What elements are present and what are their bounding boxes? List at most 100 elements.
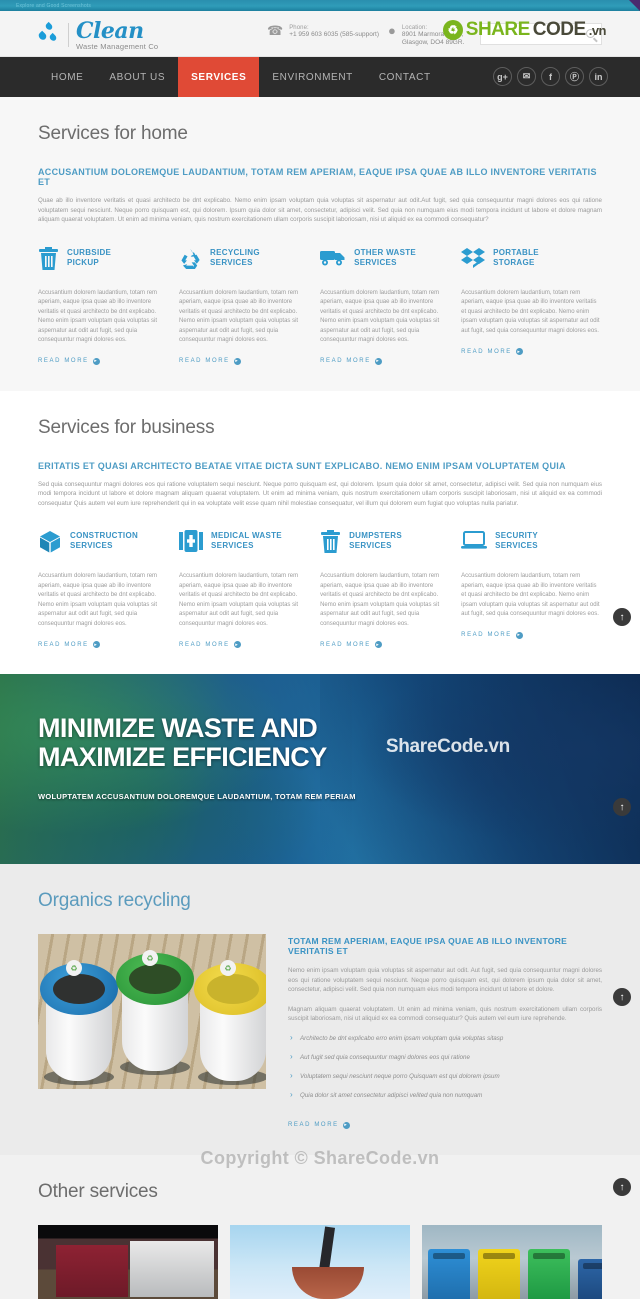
banner-title-line-1: MINIMIZE WASTE AND [38,713,318,743]
facebook-icon[interactable]: f [541,67,560,86]
watermark-vn: .vn [588,22,607,38]
site-header: Clean Waste Management Co ☎ Phone: +1 95… [0,11,640,57]
browser-top-bar: Explore and Good Screenshots [0,0,640,11]
arrow-right-icon: ▸ [233,641,241,648]
nav-item-about-us[interactable]: ABOUT US [96,57,178,97]
service-card-curbside-pickup[interactable]: CURBSIDE PICKUP Accusantium dolorem laud… [38,246,179,365]
arrow-right-icon: ▸ [92,641,100,648]
social-links: g+ ✉ f Ⓟ in [493,67,608,86]
card-title-line-1: CONSTRUCTION [70,531,139,540]
home-services-cards: CURBSIDE PICKUP Accusantium dolorem laud… [38,225,602,391]
header-phone: ☎ Phone: +1 959 603 6035 (585-support) [267,24,379,39]
recycle-icon [179,247,202,276]
logo-tagline: Waste Management Co [76,42,159,51]
read-more-link[interactable]: READ MORE ▸ [288,1121,602,1129]
trash-can-icon [320,530,341,559]
nav-item-services[interactable]: SERVICES [178,57,260,97]
service-card-dumpsters-services[interactable]: DUMPSTERS SERVICES Accusantium dolorem l… [320,530,461,648]
read-more-label: READ MORE [179,641,230,648]
service-card-recycling-services[interactable]: RECYCLING SERVICES Accusantium dolorem l… [179,247,320,365]
corner-ribbon-icon [629,0,640,11]
card-title-line-1: RECYCLING [210,247,260,257]
read-more-link[interactable]: READ MORE ▸ [179,641,300,648]
page-root: Explore and Good Screenshots Clean Waste… [0,0,640,1299]
read-more-label: READ MORE [320,358,371,364]
service-card-portable-storage[interactable]: PORTABLE STORAGE Accusantium dolorem lau… [461,247,602,365]
bin-label-icon: ♻ [220,960,236,976]
water-drops-icon [37,22,64,48]
googleplus-icon[interactable]: g+ [493,67,512,86]
service-card-medical-waste-services[interactable]: MEDICAL WASTE SERVICES Accusantium dolor… [179,530,320,648]
scroll-to-top-button[interactable]: ↑ [613,988,631,1006]
colored-bins-photo[interactable] [422,1224,602,1299]
logo-name: Clean [76,18,144,44]
banner-subtitle: WOLUPTATEM ACCUSANTIUM DOLOREMQUE LAUDAN… [38,792,356,801]
card-title-line-1: SECURITY [495,531,538,540]
top-bar-text: Explore and Good Screenshots [16,3,92,9]
first-aid-kit-icon [179,530,204,557]
services-for-business-section: Services for business ERITATIS ET QUASI … [0,390,640,674]
home-lead-body: Quae ab illo inventore veritatis et quas… [38,197,602,223]
card-title-line-2: SERVICES [354,257,397,267]
watermark-share: SHARE [465,19,531,40]
crane-claw-photo[interactable] [230,1224,410,1299]
garbage-truck-photo[interactable] [38,1224,218,1299]
read-more-label: READ MORE [179,358,230,364]
read-more-link[interactable]: READ MORE ▸ [38,357,159,365]
list-item: Architecto be dnt explicabo erro enim ip… [288,1033,602,1053]
list-item: Quia dolor sit amet consectetur adipisci… [288,1090,602,1110]
card-title-line-1: MEDICAL WASTE [211,531,282,540]
card-title-line-2: SERVICES [495,541,538,550]
read-more-link[interactable]: READ MORE ▸ [320,641,441,648]
card-title-line-1: OTHER WASTE [354,247,417,257]
banner-title-line-2: MAXIMIZE EFFICIENCY [38,742,327,772]
boxes-icon [461,247,486,274]
laptop-icon [461,530,488,555]
other-services-section: Other services [0,1154,640,1299]
service-card-other-waste-services[interactable]: OTHER WASTE SERVICES Accusantium dolorem… [320,247,461,365]
card-title-line-2: SERVICES [211,541,254,550]
card-title-line-2: PICKUP [67,257,100,267]
services-for-home-section: Services for home ACCUSANTIUM DOLOREMQUE… [0,97,640,391]
card-body: Accusantium dolorem laudantium, totam re… [38,573,158,627]
organics-bullet-list: Architecto be dnt explicabo erro enim ip… [288,1033,602,1110]
logo-divider [68,23,69,48]
scroll-to-top-button[interactable]: ↑ [613,1178,631,1196]
business-lead-heading: ERITATIS ET QUASI ARCHITECTO BEATAE VITA… [38,460,566,471]
bin-label-icon: ♻ [66,960,82,976]
other-services-gallery [38,1224,602,1299]
arrow-right-icon: ▸ [515,348,523,355]
pinterest-icon[interactable]: Ⓟ [565,67,584,86]
nav-item-contact[interactable]: CONTACT [366,57,444,97]
read-more-link[interactable]: READ MORE ▸ [461,631,602,639]
page-title-organics: Organics recycling [38,890,191,911]
card-body: Accusantium dolorem laudantium, totam re… [461,289,600,334]
read-more-link[interactable]: READ MORE ▸ [461,348,602,355]
trash-can-icon [38,246,59,276]
list-item: Voluptatem sequi nesciunt neque porro Qu… [288,1071,602,1091]
business-lead-body: Sed quia consequuntur magni dolores eos … [38,480,602,507]
scroll-to-top-button[interactable]: ↑ [613,608,631,626]
banner-watermark: ShareCode.vn [385,736,510,757]
service-card-security-services[interactable]: SECURITY SERVICES Accusantium dolorem la… [461,530,602,648]
hero-banner: MINIMIZE WASTE AND MAXIMIZE EFFICIENCY W… [0,674,640,864]
bin-label-icon: ♻ [142,950,158,966]
read-more-link[interactable]: READ MORE ▸ [179,357,300,365]
read-more-link[interactable]: READ MORE ▸ [38,641,159,648]
arrow-up-icon: ↑ [619,611,625,623]
read-more-label: READ MORE [320,641,371,648]
watermark-code: CODE [532,19,586,40]
organics-paragraph-1: Nemo enim ipsam voluptam quia voluptas s… [288,967,602,993]
linkedin-icon[interactable]: in [589,67,608,86]
twitter-icon[interactable]: ✉ [517,67,536,86]
read-more-link[interactable]: READ MORE ▸ [320,357,441,365]
nav-item-environment[interactable]: ENVIRONMENT [259,57,366,97]
site-logo[interactable]: Clean Waste Management Co [37,18,159,51]
main-navigation: HOME ABOUT US SERVICES ENVIRONMENT CONTA… [0,57,640,97]
scroll-to-top-button[interactable]: ↑ [613,798,631,816]
card-body: Accusantium dolorem laudantium, totam re… [179,573,299,627]
cube-icon [38,530,62,559]
blue-bin: ♻ [40,960,118,1085]
service-card-construction-services[interactable]: CONSTRUCTION SERVICES Accusantium dolore… [38,530,179,648]
nav-item-home[interactable]: HOME [38,57,96,97]
